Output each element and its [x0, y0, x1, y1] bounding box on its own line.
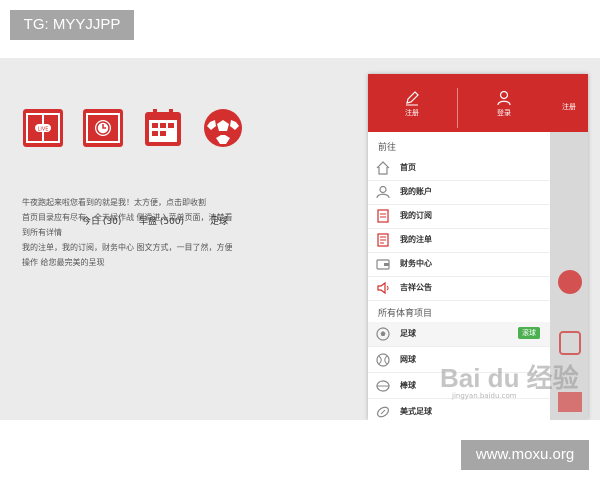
- user-outline-icon: [497, 90, 511, 106]
- today-field-icon[interactable]: [82, 108, 124, 148]
- tg-label: TG: MYYJJPP: [10, 10, 134, 40]
- sport-label: 网球: [400, 355, 416, 364]
- login-button[interactable]: 登录: [474, 90, 534, 118]
- header-divider: [457, 88, 458, 128]
- football-icon: [376, 406, 390, 418]
- sport-label: 足球: [400, 329, 416, 338]
- behind-header: 注册: [550, 74, 588, 132]
- site-label: www.moxu.org: [461, 440, 589, 470]
- soccer-icon: [376, 327, 390, 341]
- early-calendar-icon[interactable]: [142, 108, 184, 148]
- document-icon: [377, 209, 389, 223]
- live-field-icon[interactable]: LIVE: [22, 108, 64, 148]
- menu-item-finance[interactable]: 财务中心: [368, 252, 550, 277]
- sport-label: 棒球: [400, 381, 416, 390]
- wallet-icon: [376, 259, 390, 270]
- description-line: 牛夜跑起来啦您看到的就是我！太方便，点击即收割: [22, 198, 206, 207]
- tennis-icon: [376, 353, 390, 367]
- baidu-watermark: Bai du 经验: [440, 363, 579, 393]
- note-icon: [377, 233, 389, 247]
- section-sports: 所有体育项目: [378, 309, 433, 319]
- baidu-watermark-url: jingyan.baidu.com: [452, 392, 517, 400]
- menu-label: 财务中心: [400, 259, 432, 268]
- description-line: 我的注单，我的订阅，财务中心 图文方式，一目了然，方便: [22, 243, 233, 252]
- menu-item-home[interactable]: 首页: [368, 156, 550, 181]
- home-icon: [376, 161, 390, 175]
- register-button[interactable]: 注册: [382, 90, 442, 118]
- baseball-icon: [376, 380, 390, 392]
- speaker-icon: [377, 281, 389, 295]
- sport-item-soccer[interactable]: 足球 滚球: [368, 322, 550, 347]
- menu-label: 我的注单: [400, 235, 432, 244]
- description-line: 首页目录应有尽有，全天候作战 侧滑进入菜单页面，清楚看: [22, 213, 233, 222]
- section-goto: 前往: [378, 143, 397, 153]
- drawer-header: 注册 登录: [368, 74, 550, 132]
- user-icon: [376, 185, 390, 199]
- description-line: 操作 给您最完美的呈现: [22, 258, 105, 267]
- menu-label: 首页: [400, 163, 416, 172]
- menu-item-account[interactable]: 我的账户: [368, 180, 550, 205]
- menu-item-bets[interactable]: 我的注单: [368, 228, 550, 253]
- menu-label: 我的订阅: [400, 211, 432, 220]
- login-label: 登录: [497, 109, 511, 117]
- description-line: 到所有详情: [22, 228, 62, 237]
- description-text: 牛夜跑起来啦您看到的就是我！太方便，点击即收割 首页目录应有尽有，全天候作战 侧…: [22, 195, 262, 270]
- pencil-icon: [406, 91, 419, 106]
- sport-label: 美式足球: [400, 407, 432, 416]
- menu-label: 吉祥公告: [400, 283, 432, 292]
- soccer-ball-icon[interactable]: [202, 108, 244, 148]
- register-label: 注册: [405, 109, 419, 117]
- sport-item-football[interactable]: 美式足球: [368, 400, 550, 420]
- menu-label: 我的账户: [400, 187, 432, 196]
- menu-item-subscription[interactable]: 我的订阅: [368, 204, 550, 229]
- live-badge: 滚球: [518, 327, 540, 339]
- behind-register-label: 注册: [562, 103, 576, 111]
- screenshot-stage: LIVE 今日 (30) 早盘 (500) 足球 牛夜跑起来啦您看到的就是我！太…: [0, 58, 600, 420]
- menu-item-notice[interactable]: 吉祥公告: [368, 276, 550, 301]
- svg-text:LIVE: LIVE: [38, 127, 49, 133]
